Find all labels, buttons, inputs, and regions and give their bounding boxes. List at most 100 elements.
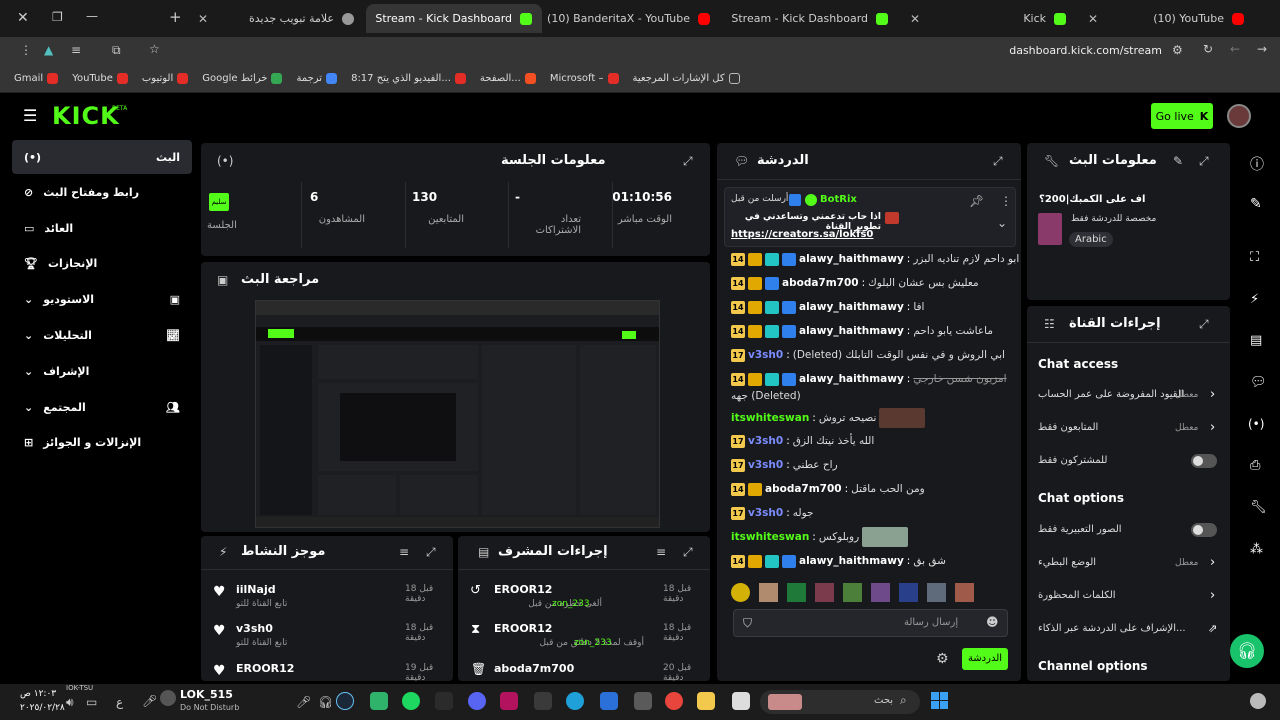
chat-message[interactable]: 17 v3sh0: الله يأخذ نيتك الزق xyxy=(731,432,874,450)
emote-icon[interactable] xyxy=(731,583,750,602)
chat-message[interactable]: 17 v3sh0: جوله xyxy=(731,504,813,522)
xbox-icon[interactable] xyxy=(370,692,388,710)
setting-row-ai-moderation[interactable]: ...الإشراف على الدردشة عبر الذكاء ⇗ xyxy=(1038,621,1220,639)
app-icon[interactable] xyxy=(534,692,552,710)
chat-message[interactable]: 14 alawy_haithmawy: ماعاشت يابو داحم xyxy=(731,322,993,340)
chat-bubble-icon[interactable]: 💬︎ xyxy=(1250,375,1267,390)
steam-icon[interactable] xyxy=(336,692,354,710)
bookmark-item[interactable]: Microsoft – xyxy=(550,73,619,84)
pin-icon[interactable]: 📌︎ xyxy=(969,194,984,208)
printer-icon[interactable]: ⎙ xyxy=(1250,458,1260,473)
widgets-icon[interactable] xyxy=(1250,693,1266,709)
chat-message[interactable]: itswhiteswan: روبلوكس xyxy=(731,527,909,547)
settings-gear-icon[interactable]: ⚙ xyxy=(936,651,949,667)
browser-tab[interactable]: ✕ (10) YouTube xyxy=(1078,4,1254,33)
more-options-icon[interactable]: ⋮ xyxy=(1000,194,1012,208)
emote-icon[interactable] xyxy=(871,583,890,602)
browser-tab[interactable]: ✕ Kick xyxy=(900,4,1076,33)
sidebar-item-moderation[interactable]: ⌄ الإشراف xyxy=(12,354,192,388)
stream-preview-video[interactable] xyxy=(255,300,660,528)
windows-start-icon[interactable] xyxy=(931,692,948,709)
volume-icon[interactable]: 🔊︎ xyxy=(66,695,74,710)
chat-message[interactable]: 14 alawy_haithmawy: ابو داحم لازم تناديه… xyxy=(731,250,1019,268)
popout-icon[interactable]: ⤢ xyxy=(993,154,1003,169)
edit-pencil-icon[interactable]: ✎ xyxy=(1173,154,1183,168)
shield-icon[interactable]: ⛉ xyxy=(743,616,752,631)
new-tab-icon[interactable]: + xyxy=(169,8,182,26)
close-tab-icon[interactable]: ✕ xyxy=(910,12,920,26)
chat-message[interactable]: 14 alawy_haithmawy: امزيون شسن خارجي xyxy=(731,370,1007,388)
edge-icon[interactable] xyxy=(566,692,584,710)
bookmark-item[interactable]: YouTube xyxy=(72,73,128,84)
sidebar-item-stream-key[interactable]: ⊘ رابط ومفتاح البث xyxy=(12,175,192,209)
chat-message[interactable]: 14 aboda7m700: ومن الحب ماقتل xyxy=(731,480,925,498)
discord-icon[interactable] xyxy=(468,692,486,710)
site-settings-icon[interactable]: ⚙ xyxy=(1172,43,1183,57)
edit-pencil-icon[interactable]: ✎ xyxy=(1250,196,1262,212)
filter-icon[interactable]: ≡ xyxy=(656,545,666,559)
network-icon[interactable]: ▭ xyxy=(86,695,97,709)
emote-icon[interactable] xyxy=(787,583,806,602)
filter-icon[interactable]: ≡ xyxy=(399,545,409,559)
mic-toggle-icon[interactable]: 🎤︎ xyxy=(296,695,311,709)
close-tab-icon[interactable]: ✕ xyxy=(722,12,723,26)
close-tab-icon[interactable]: ✕ xyxy=(366,12,367,26)
popout-icon[interactable]: ⤢ xyxy=(1199,154,1209,169)
headphones-icon[interactable]: 🎧︎ xyxy=(318,695,333,709)
back-icon[interactable]: ← xyxy=(1230,42,1240,56)
wrench-icon[interactable]: 🔧︎ xyxy=(1250,500,1267,515)
minimize-window-icon[interactable]: — xyxy=(86,9,98,23)
browser-tab[interactable]: ✕ Stream - Kick Dashboard xyxy=(722,4,898,33)
store-icon[interactable] xyxy=(600,692,618,710)
bookmark-item[interactable]: ترجمة xyxy=(296,73,338,84)
sidebar-item-stream[interactable]: (•) البث xyxy=(12,140,192,174)
menu-dots-icon[interactable]: ⋮ xyxy=(20,43,32,57)
clip-icon[interactable]: ⛶ xyxy=(1250,250,1259,265)
emote-icon[interactable] xyxy=(843,583,862,602)
pinned-message[interactable]: ⋮ 📌︎ BotRix أرسلت من قبل اذا حاب تدعمني … xyxy=(724,187,1016,247)
chrome-icon[interactable] xyxy=(665,692,683,710)
sidebar-item-drops[interactable]: ⊞ الإنزالات و الجوائز xyxy=(12,425,192,459)
subscribers-only-toggle[interactable] xyxy=(1191,454,1217,468)
emote-icon[interactable] xyxy=(759,583,778,602)
setting-row-emotes-only[interactable]: الصور التعبيرية فقط xyxy=(1038,522,1220,540)
chat-message[interactable]: 17 v3sh0: راح عطني xyxy=(731,456,838,474)
popout-icon[interactable]: ⤢ xyxy=(683,154,693,169)
reload-icon[interactable]: ↻ xyxy=(1203,42,1213,56)
setting-row-banned-words[interactable]: الكلمات المحظورة › xyxy=(1038,588,1220,606)
reading-list-icon[interactable]: ≡ xyxy=(71,43,81,57)
setting-row-slow-mode[interactable]: الوضع البطيء معطل › xyxy=(1038,555,1220,573)
broadcast-icon[interactable]: (•) xyxy=(1248,417,1264,431)
send-chat-button[interactable]: الدردشة xyxy=(962,648,1008,670)
notes-icon[interactable]: ▤ xyxy=(1250,333,1262,348)
chat-message[interactable]: 14 aboda7m700: معليش بس عشان البلوك xyxy=(731,274,979,292)
bookmark-star-icon[interactable]: ☆ xyxy=(149,42,160,56)
popout-icon[interactable]: ⤢ xyxy=(426,545,436,560)
emote-icon[interactable] xyxy=(899,583,918,602)
popout-icon[interactable]: ⤢ xyxy=(683,545,693,560)
forward-icon[interactable]: → xyxy=(1257,42,1267,56)
close-window-icon[interactable]: ✕ xyxy=(17,10,29,26)
file-explorer-icon[interactable] xyxy=(697,692,715,710)
app-icon[interactable] xyxy=(732,692,750,710)
setting-row-account-age[interactable]: القيود المفروضة على عمر الحساب معطل › xyxy=(1038,387,1220,405)
go-live-button[interactable]: Go live K xyxy=(1151,103,1213,129)
close-tab-icon[interactable]: ✕ xyxy=(1088,12,1098,26)
emote-icon[interactable] xyxy=(815,583,834,602)
share-icon[interactable]: ⧉ xyxy=(112,43,121,58)
sidebar-item-analytics[interactable]: ⌄ التحليلات 📈︎ xyxy=(12,318,192,352)
pinned-link[interactable]: https://creators.sa/lokfs0 xyxy=(731,229,873,240)
emoji-icon[interactable]: ☻ xyxy=(986,615,999,629)
sidebar-item-revenue[interactable]: ▭ العائد xyxy=(12,211,192,245)
info-icon[interactable]: ⓘ xyxy=(1250,154,1264,174)
browser-tab-active[interactable]: ✕ Stream - Kick Dashboard xyxy=(366,4,542,33)
community-icon[interactable]: ⁂ xyxy=(1250,542,1263,557)
avatar[interactable] xyxy=(1227,104,1251,128)
bookmark-item[interactable]: Gmail xyxy=(14,73,59,84)
spotify-icon[interactable] xyxy=(402,692,420,710)
game-launcher-icon[interactable] xyxy=(500,692,518,710)
extension-icon[interactable]: ▲ xyxy=(44,43,53,57)
support-chat-button[interactable]: 🎧︎ xyxy=(1230,634,1264,668)
chat-input[interactable]: ⛉ إرسال رسالة ☻ xyxy=(733,609,1008,637)
lightning-icon[interactable]: ⚡︎ xyxy=(1250,292,1259,307)
